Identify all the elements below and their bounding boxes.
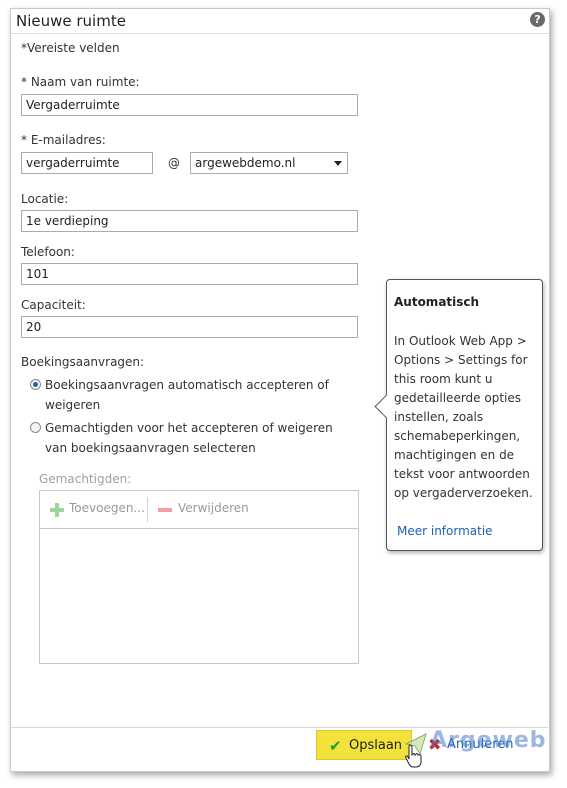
required-fields-note: *Vereiste velden	[21, 41, 120, 55]
help-icon[interactable]: ?	[530, 12, 545, 27]
booking-requests-label: Boekingsaanvragen:	[21, 355, 145, 369]
phone-input[interactable]: 101	[21, 263, 358, 285]
capacity-label: Capaciteit:	[21, 298, 86, 312]
location-input[interactable]: 1e verdieping	[21, 210, 358, 232]
room-name-input[interactable]: Vergaderruimte	[21, 94, 358, 116]
more-info-link[interactable]: Meer informatie	[397, 524, 493, 538]
title-bar: Nieuwe ruimte ?	[11, 9, 549, 34]
plus-icon	[50, 503, 64, 517]
save-button[interactable]: ✔ Opslaan	[316, 730, 412, 760]
checkmark-icon: ✔	[329, 737, 342, 755]
chevron-down-icon	[334, 161, 342, 166]
add-delegate-button[interactable]: Toevoegen...	[69, 501, 145, 515]
auto-accept-label-line1: Boekingsaanvragen automatisch accepteren…	[45, 378, 329, 392]
delegates-radio[interactable]	[30, 422, 41, 433]
delegates-toolbar: Toevoegen... Verwijderen	[40, 491, 358, 529]
email-label: * E-mailadres:	[21, 133, 106, 147]
delegates-option-label-line2: van boekingsaanvragen selecteren	[45, 441, 256, 455]
tooltip-title: Automatisch	[394, 295, 480, 309]
at-sign: @	[168, 156, 180, 170]
hand-cursor-icon	[405, 744, 422, 768]
remove-delegate-button[interactable]: Verwijderen	[178, 501, 249, 515]
delegates-option-label-line1: Gemachtigden voor het accepteren of weig…	[45, 421, 333, 435]
info-tooltip: Automatisch In Outlook Web App > Options…	[374, 279, 543, 551]
dialog-title: Nieuwe ruimte	[16, 12, 126, 30]
delegates-list: Toevoegen... Verwijderen	[39, 490, 359, 664]
toolbar-divider	[147, 497, 148, 522]
save-button-label: Opslaan	[349, 738, 403, 753]
minus-icon	[158, 508, 172, 512]
room-name-label: * Naam van ruimte:	[21, 75, 140, 89]
tooltip-body: In Outlook Web App > Options > Settings …	[394, 334, 533, 500]
watermark-text: Argeweb	[430, 728, 547, 753]
email-input[interactable]: vergaderruimte	[21, 152, 153, 174]
phone-label: Telefoon:	[21, 245, 75, 259]
email-domain-select[interactable]: argewebdemo.nl	[190, 152, 348, 174]
auto-accept-label-line2: weigeren	[45, 398, 101, 412]
delegates-label: Gemachtigden:	[39, 472, 132, 486]
email-domain-value: argewebdemo.nl	[195, 156, 296, 170]
auto-accept-radio[interactable]	[30, 379, 41, 390]
capacity-input[interactable]: 20	[21, 316, 358, 338]
location-label: Locatie:	[21, 192, 69, 206]
